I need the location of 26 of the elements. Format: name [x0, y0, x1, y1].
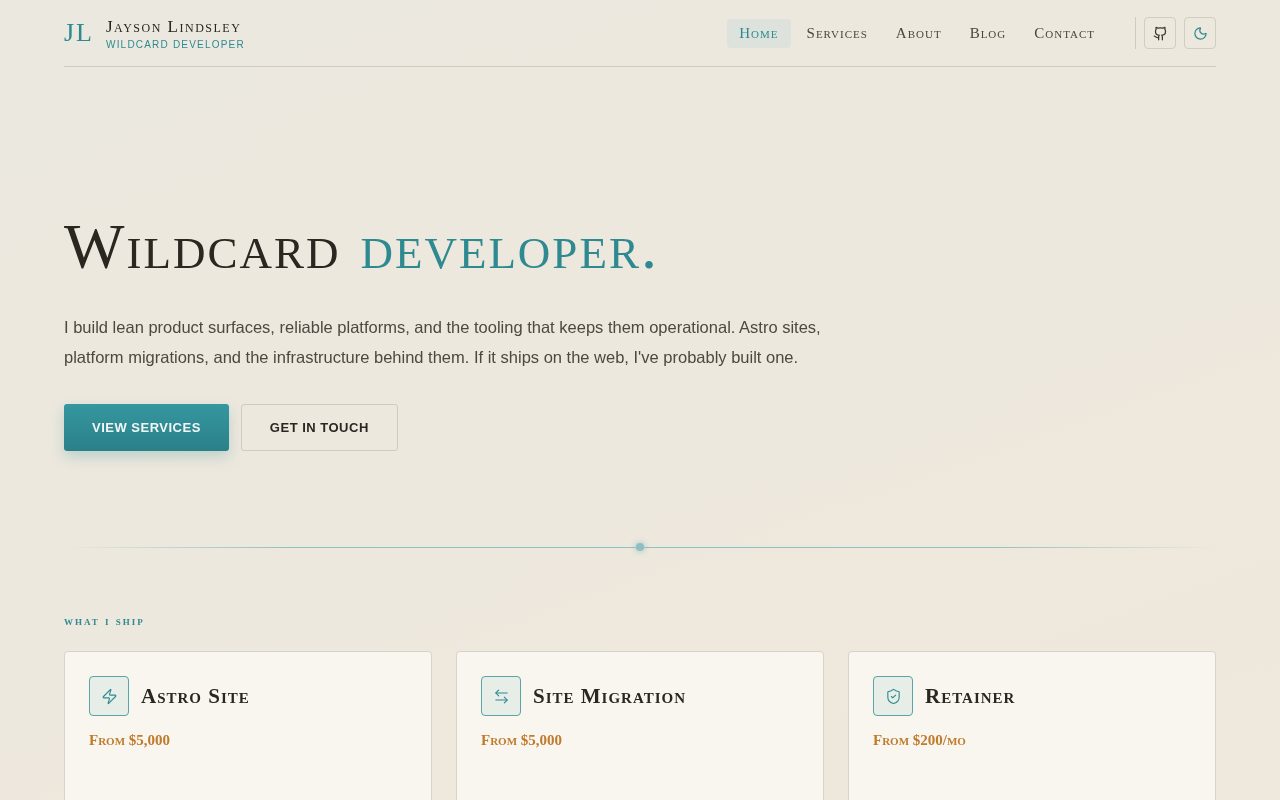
- swap-arrows-icon: [492, 687, 510, 705]
- theme-toggle-button[interactable]: [1184, 17, 1216, 49]
- service-price: From $5,000: [89, 732, 172, 749]
- service-title: Site Migration: [533, 683, 686, 709]
- hero-intro: I build lean product surfaces, reliable platforms, and the tooling that keeps them operational. Astro sites, platform migrations, and the infrastructure behind them. If it ships on the web, I've probably built one.: [64, 317, 822, 368]
- site-tagline: WILDCARD DEVELOPER: [106, 38, 245, 50]
- github-button[interactable]: [1144, 17, 1176, 49]
- shield-check-icon: [884, 687, 902, 705]
- moon-icon: [1192, 25, 1208, 41]
- service-title: Astro Site: [141, 683, 250, 709]
- site-name: Jayson Lindsley: [106, 16, 243, 37]
- service-price: From $5,000: [481, 732, 564, 749]
- nav-link[interactable]: Blog: [957, 18, 1019, 48]
- nav-link[interactable]: About: [883, 18, 954, 48]
- view-services-button[interactable]: VIEW SERVICES: [64, 404, 229, 451]
- get-in-touch-button[interactable]: GET IN TOUCH: [240, 404, 398, 451]
- service-title: Retainer: [925, 683, 1016, 709]
- github-icon: [1152, 25, 1168, 41]
- service-price: From $200/mo: [873, 732, 967, 749]
- nav-link[interactable]: Services: [794, 18, 880, 48]
- divider-ornament: [636, 543, 644, 551]
- hero-title-accent: developer.: [360, 215, 659, 279]
- lightning-icon: [100, 687, 118, 705]
- hero-title: Wildcard: [64, 215, 341, 279]
- section-eyebrow: what i ship: [64, 613, 146, 629]
- nav-link[interactable]: Contact: [1022, 18, 1107, 48]
